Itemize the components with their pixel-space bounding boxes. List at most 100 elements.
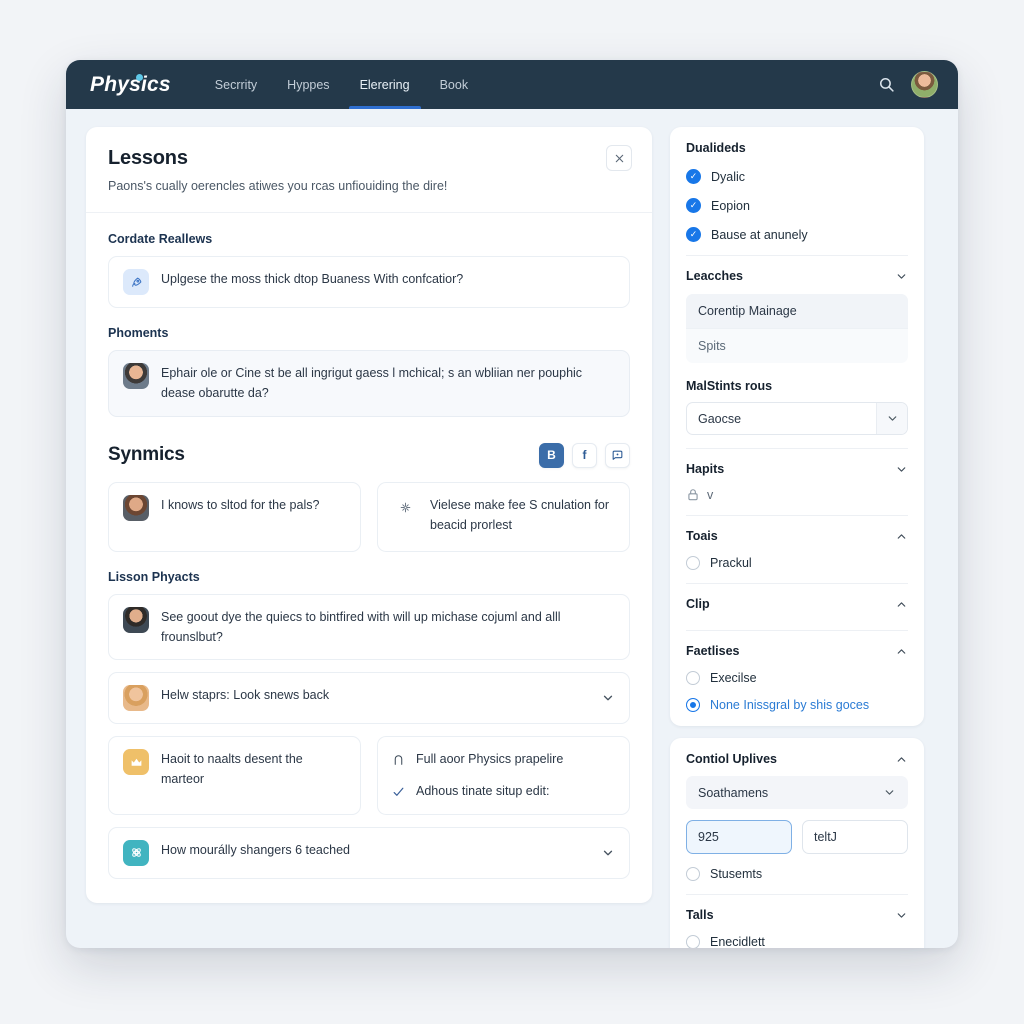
sidebar-section-clip[interactable]: Clip (686, 597, 908, 611)
arch-icon (392, 753, 405, 766)
checklist-item-bause[interactable]: ✓ Bause at anunely (686, 227, 908, 242)
crown-icon (123, 749, 149, 775)
chevron-down-icon[interactable] (601, 846, 615, 860)
page-title: Lessons (108, 147, 188, 169)
list-item-spits[interactable]: Spits (686, 328, 908, 363)
soathamens-select[interactable]: Soathamens (686, 776, 908, 809)
phyacts-card-pair: Haoit to naalts desent the marteor Full … (108, 736, 630, 815)
sidebar: Dualideds ✓ Dyalic ✓ Eopion ✓ Bause at a… (670, 127, 924, 948)
chevron-down-icon[interactable] (895, 270, 908, 283)
divider (686, 583, 908, 584)
sidebar-section-hapits[interactable]: Hapits (686, 462, 908, 476)
close-icon[interactable] (606, 145, 632, 171)
section-title-synmics: Synmics (108, 444, 185, 465)
radio-option-enecidlett[interactable]: Enecidlett (686, 935, 908, 948)
list-item[interactable]: Ephair ole or Cine st be all ingrigut ga… (108, 350, 630, 417)
chevron-down-icon[interactable] (895, 909, 908, 922)
section-title-contiol-uplives: Contiol Uplives (686, 752, 777, 766)
nav-links: Secrrity Hyppes Elerering Book (215, 60, 468, 109)
radio-label: Execilse (710, 671, 757, 685)
contiol-input-row: 925 teltJ (686, 820, 908, 854)
sidebar-section-leacches[interactable]: Leacches (686, 269, 908, 283)
chevron-up-icon[interactable] (895, 598, 908, 611)
sidebar-section-talls[interactable]: Talls (686, 908, 908, 922)
chevron-down-icon[interactable] (601, 691, 615, 705)
list-item-lines: Full aoor Physics prapelire Adhous tinat… (392, 749, 615, 802)
radio-label: Prackul (710, 556, 752, 570)
search-icon[interactable] (875, 74, 897, 96)
list-item-expandable[interactable]: How mourálly shangers 6 teached (108, 826, 630, 879)
list-item[interactable]: Haoit to naalts desent the marteor (108, 736, 361, 815)
avatar (123, 363, 149, 389)
section-title-toais: Toais (686, 529, 718, 543)
radio-icon (686, 671, 700, 685)
radio-option-execilse[interactable]: Execilse (686, 671, 908, 685)
radio-label: Enecidlett (710, 935, 765, 948)
atom-icon (123, 839, 149, 866)
main-column: Lessons Paons's cually oerencles atiwes … (86, 127, 652, 948)
divider (686, 255, 908, 256)
nav-item-hyppes[interactable]: Hyppes (287, 60, 329, 109)
list-item[interactable]: Uplgese the moss thick dtop Buaness With… (108, 256, 630, 308)
facebook-button[interactable]: f (572, 442, 597, 468)
section-label-lisson-phyacts: Lisson Phyacts (108, 569, 200, 584)
sidebar-section-contiol-uplives[interactable]: Contiol Uplives (686, 752, 908, 766)
nav-label: Elerering (359, 77, 410, 92)
comment-button[interactable] (605, 442, 630, 468)
nav-item-elerering[interactable]: Elerering (348, 60, 421, 109)
checklist-item-eopion[interactable]: ✓ Eopion (686, 198, 908, 213)
radio-option-stusemts[interactable]: Stusemts (686, 867, 908, 881)
list-item[interactable]: I knows to sltod for the pals? (108, 481, 361, 552)
sidebar-section-toais[interactable]: Toais (686, 529, 908, 543)
radio-option-prackul[interactable]: Prackul (686, 556, 908, 570)
avatar[interactable] (911, 71, 938, 98)
nav-item-book[interactable]: Book (440, 60, 469, 109)
chevron-down-icon[interactable] (895, 463, 908, 476)
check-icon: ✓ (686, 227, 701, 242)
list-item-label: Uplgese the moss thick dtop Buaness With… (161, 272, 464, 286)
select-value: Gaocse (698, 411, 742, 426)
list-item-label: Ephair ole or Cine st be all ingrigut ga… (161, 366, 583, 401)
chevron-down-icon[interactable] (876, 403, 907, 434)
rocket-icon (123, 269, 149, 295)
app-window: Physics Secrrity Hyppes Elerering Book L… (66, 60, 958, 948)
list-item[interactable]: Vielese make fee S cnulation for beacid … (377, 481, 630, 552)
select-value: Soathamens (698, 785, 769, 800)
section-title-clip: Clip (686, 597, 710, 611)
quantity-input[interactable]: 925 (686, 820, 792, 854)
clip-empty-body (686, 611, 908, 617)
lessons-body: Cordate Reallews Uplgese the moss thick … (86, 213, 652, 903)
sidebar-section-faetlises[interactable]: Faetlises (686, 644, 908, 658)
list-item-label: Spits (698, 339, 726, 353)
chevron-down-icon[interactable] (883, 786, 896, 799)
checklist-label: Bause at anunely (711, 227, 808, 242)
brand-logo[interactable]: Physics (90, 73, 171, 97)
list-item[interactable]: See goout dye the quiecs to bintfired wi… (108, 593, 630, 660)
section-label-phoments: Phoments (108, 326, 169, 340)
lock-icon (686, 488, 700, 502)
section-title-faetlises: Faetlises (686, 644, 740, 658)
divider (686, 515, 908, 516)
chevron-up-icon[interactable] (895, 753, 908, 766)
list-item[interactable]: Full aoor Physics prapelire Adhous tinat… (377, 736, 630, 815)
nav-item-secrrity[interactable]: Secrrity (215, 60, 257, 109)
section-title-hapits: Hapits (686, 462, 725, 476)
bold-button[interactable]: B (539, 442, 564, 468)
list-item-corentip-mainage[interactable]: Corentip Mainage (686, 294, 908, 328)
list-item-expandable[interactable]: Helw staprs: Look snews back (108, 672, 630, 724)
checklist-label: Eopion (711, 198, 750, 213)
radio-selected-icon (686, 698, 700, 712)
list-item-label: Haoit to naalts desent the marteor (161, 752, 303, 787)
chevron-up-icon[interactable] (895, 530, 908, 543)
field-label-malstints: MalStints rous (686, 379, 773, 393)
mini-line-label: Adhous tinate situp edit: (416, 784, 550, 799)
brand-dot-icon (136, 73, 143, 81)
secondary-input[interactable]: teltJ (802, 820, 908, 854)
hapits-lock-row: v (686, 488, 908, 502)
chevron-up-icon[interactable] (895, 645, 908, 658)
facebook-label: f (582, 448, 587, 462)
checklist-item-dyalic[interactable]: ✓ Dyalic (686, 169, 908, 184)
radio-option-none-inissgral[interactable]: None Inissgral by shis goces (686, 698, 908, 712)
page-subtitle: Paons's cually oerencles atiwes you rcas… (108, 179, 448, 193)
malstints-select[interactable]: Gaocse (686, 402, 908, 435)
